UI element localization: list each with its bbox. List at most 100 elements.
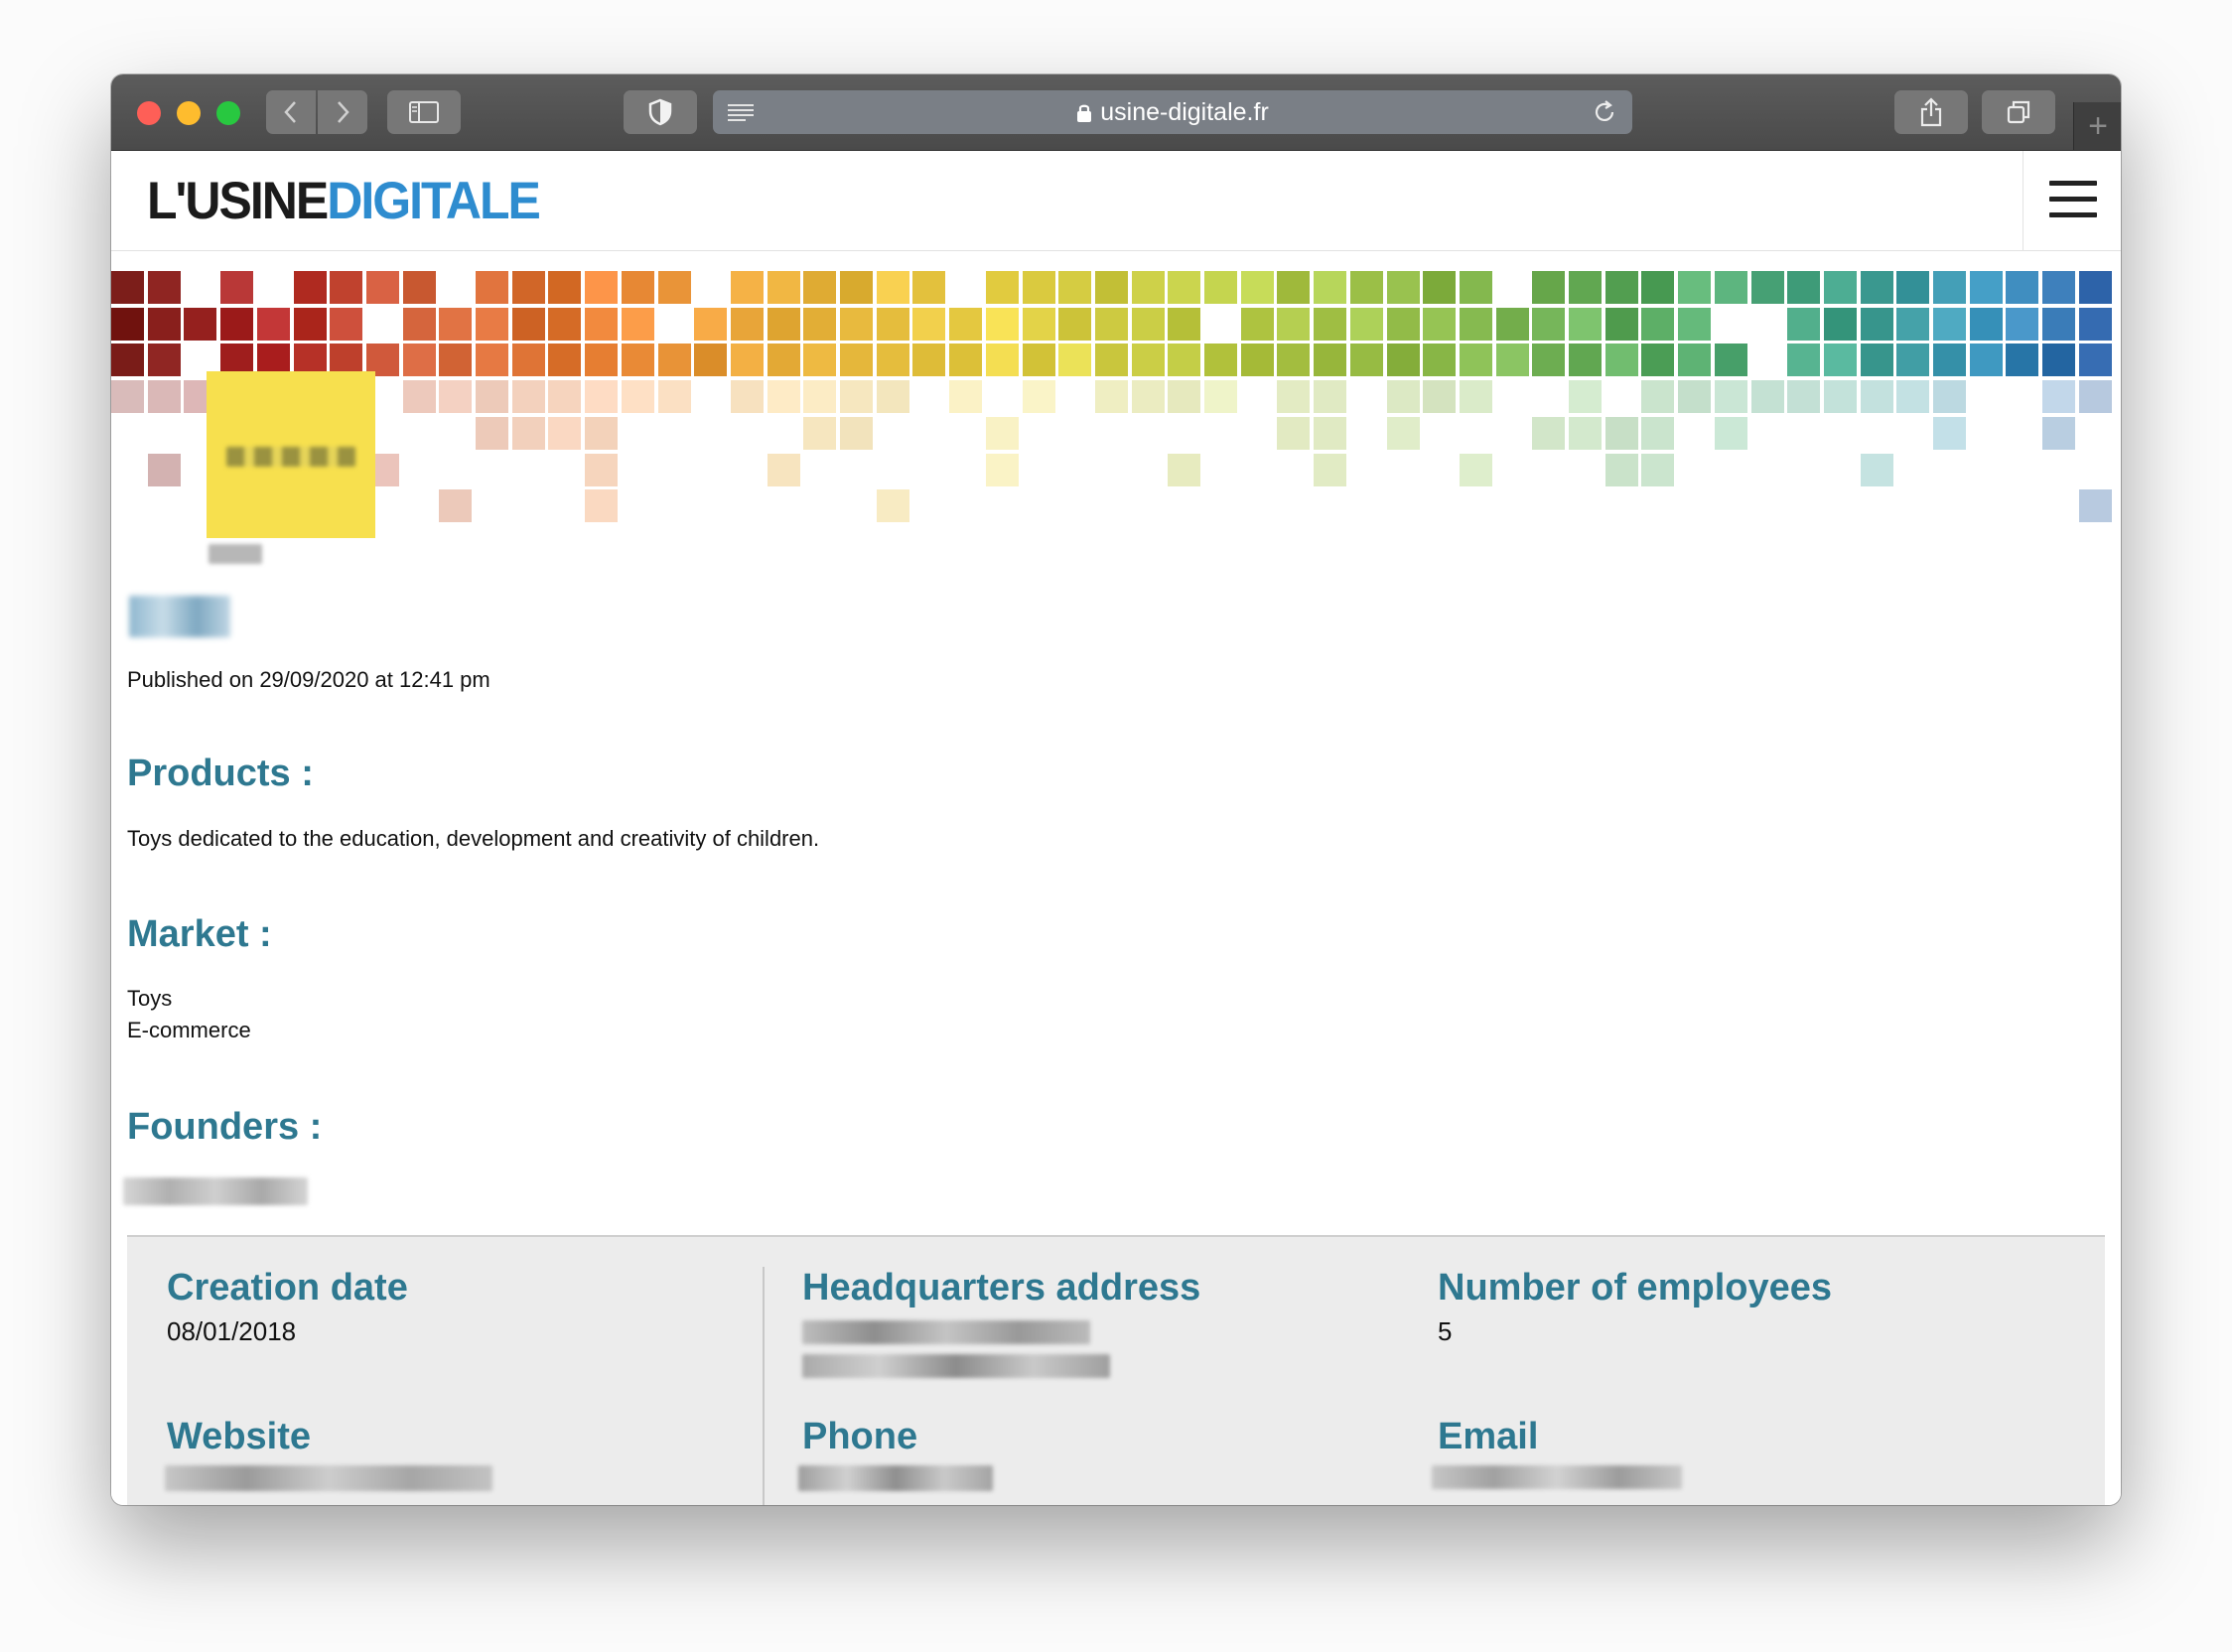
mosaic-tile [767, 380, 800, 414]
url-display[interactable]: usine-digitale.fr [713, 90, 1632, 134]
back-button[interactable] [266, 90, 316, 134]
mosaic-tile [111, 344, 144, 377]
sidebar-toggle-button[interactable] [387, 90, 461, 134]
show-tabs-button[interactable] [1982, 90, 2055, 134]
mosaic-tile [1349, 344, 1383, 377]
company-logo [207, 371, 375, 538]
mosaic-tile [657, 380, 691, 414]
mosaic-tile [511, 307, 545, 341]
mosaic-tile [1969, 344, 2003, 377]
mosaic-tile [585, 271, 619, 304]
mosaic-tile [1569, 307, 1602, 341]
mosaic-tile [1022, 344, 1055, 377]
mosaic-tile [511, 416, 545, 450]
site-logo[interactable]: L'USINEDIGITALE [147, 171, 541, 230]
founders-names [123, 1177, 308, 1205]
mosaic-tile [1094, 380, 1128, 414]
mosaic-tile [220, 271, 254, 304]
mosaic-tile [1714, 271, 1747, 304]
mosaic-tile [767, 344, 800, 377]
mosaic-tile [1314, 380, 1347, 414]
mosaic-tile [730, 344, 764, 377]
menu-bar-icon [2049, 212, 2097, 217]
mosaic-tile [1933, 380, 1966, 414]
creation-date-label: Creation date [167, 1267, 408, 1308]
mosaic-tile [1240, 307, 1274, 341]
mosaic-tile [949, 307, 983, 341]
mosaic-tile [621, 344, 654, 377]
mosaic-tile [111, 380, 144, 414]
logo-part-digitale: DIGITALE [327, 171, 541, 230]
mosaic-tile [803, 271, 837, 304]
reload-button[interactable] [1583, 90, 1626, 134]
mosaic-tile [439, 489, 473, 523]
new-tab-button[interactable]: + [2073, 102, 2121, 150]
mosaic-tile [2042, 344, 2076, 377]
site-header: L'USINEDIGITALE [111, 151, 2121, 251]
mosaic-tile [1641, 453, 1675, 486]
mosaic-tile [293, 307, 327, 341]
menu-bar-icon [2049, 181, 2097, 186]
mosaic-tile [1787, 307, 1821, 341]
mosaic-tile [548, 380, 582, 414]
mosaic-tile [1349, 271, 1383, 304]
mosaic-tile [402, 307, 436, 341]
email-address[interactable] [1432, 1465, 1682, 1489]
mosaic-tile [476, 380, 508, 414]
mosaic-tile [1896, 307, 1930, 341]
mosaic-tile [1277, 271, 1311, 304]
mosaic-tile [1423, 271, 1457, 304]
mosaic-tile [476, 416, 508, 450]
phone-number[interactable] [798, 1465, 993, 1491]
mosaic-tile [1022, 307, 1055, 341]
mosaic-tile [912, 271, 946, 304]
market-item: Toys [127, 986, 173, 1011]
mosaic-tile [256, 307, 290, 341]
close-window-button[interactable] [137, 101, 161, 125]
mosaic-tile [1678, 380, 1712, 414]
mosaic-tile [330, 307, 363, 341]
mosaic-tile [1860, 453, 1893, 486]
mosaic-tile [585, 416, 619, 450]
zoom-window-button[interactable] [216, 101, 240, 125]
mosaic-tile [1240, 271, 1274, 304]
website-link[interactable] [165, 1465, 492, 1491]
address-bar[interactable]: usine-digitale.fr [713, 90, 1632, 134]
menu-bar-icon [2049, 197, 2097, 202]
mosaic-tile [876, 307, 909, 341]
mosaic-tile [912, 344, 946, 377]
mosaic-tile [840, 344, 873, 377]
forward-button[interactable] [318, 90, 367, 134]
mosaic-tile [1459, 453, 1492, 486]
mosaic-tile [2078, 380, 2112, 414]
mosaic-tile [840, 380, 873, 414]
mosaic-tile [2042, 380, 2076, 414]
mosaic-tile [365, 271, 399, 304]
headquarters-address-line [802, 1320, 1090, 1344]
mosaic-tile [548, 307, 582, 341]
mosaic-tile [876, 380, 909, 414]
mosaic-tile [439, 344, 473, 377]
mosaic-tile [585, 344, 619, 377]
minimize-window-button[interactable] [177, 101, 201, 125]
mosaic-tile [657, 271, 691, 304]
mosaic-tile [1604, 271, 1638, 304]
mosaic-tile [1459, 307, 1492, 341]
mosaic-tile [1641, 380, 1675, 414]
mosaic-tile [1787, 380, 1821, 414]
share-button[interactable] [1894, 90, 1968, 134]
hamburger-menu-button[interactable] [2023, 151, 2121, 250]
mosaic-tile [1750, 271, 1784, 304]
mosaic-tile [2078, 271, 2112, 304]
mosaic-tile [1131, 380, 1165, 414]
mosaic-tile [1641, 307, 1675, 341]
products-text: Toys dedicated to the education, develop… [127, 826, 820, 851]
mosaic-tile [548, 416, 582, 450]
mosaic-tile [1131, 271, 1165, 304]
mosaic-tile [1969, 307, 2003, 341]
website-label: Website [167, 1416, 312, 1457]
privacy-shield-button[interactable] [624, 90, 697, 134]
mosaic-tile [1168, 344, 1201, 377]
mosaic-tile [1386, 344, 1420, 377]
mosaic-tile [585, 453, 619, 486]
